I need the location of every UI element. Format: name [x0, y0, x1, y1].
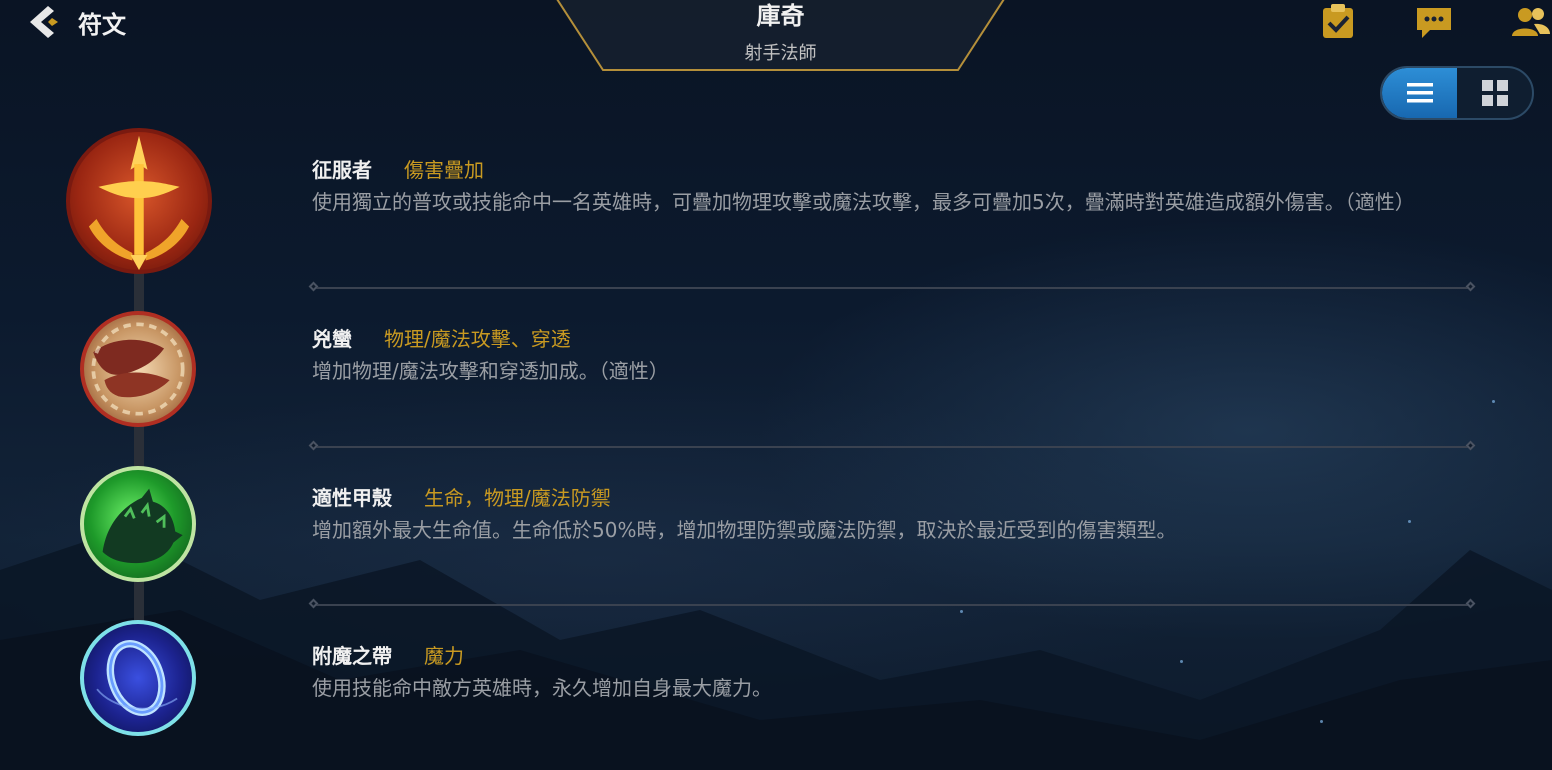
clipboard-check-icon: [1323, 4, 1353, 38]
friends-button[interactable]: [1510, 2, 1550, 42]
tasks-button[interactable]: [1318, 2, 1358, 42]
chevron-left-icon: [30, 6, 58, 38]
rune-entry: 兇蠻 物理/魔法攻擊、穿透 增加物理/魔法攻擊和穿透加成。（適性）: [312, 323, 1472, 389]
adaptive-carapace-rune-icon[interactable]: [80, 466, 196, 582]
rune-description: 增加物理/魔法攻擊和穿透加成。（適性）: [312, 359, 669, 383]
page-title: 符文: [78, 10, 126, 39]
divider: [312, 446, 1472, 448]
rune-name: 兇蠻: [312, 327, 352, 351]
champion-title-plate: 庫奇 射手法師: [553, 0, 1008, 72]
rune-name: 附魔之帶: [312, 644, 392, 668]
rune-description: 使用獨立的普攻或技能命中一名英雄時，可疊加物理攻擊或魔法攻擊，最多可疊加5次，疊…: [312, 190, 1415, 214]
champion-role: 射手法師: [744, 43, 817, 64]
rune-entry: 附魔之帶 魔力 使用技能命中敵方英雄時，永久增加自身最大魔力。: [312, 640, 1472, 706]
rune-entry: 適性甲殼 生命，物理/魔法防禦 增加額外最大生命值。生命低於50%時，增加物理防…: [312, 482, 1472, 548]
list-view-button[interactable]: [1382, 68, 1457, 118]
brutal-rune-icon[interactable]: [80, 311, 196, 427]
rune-tag: 生命，物理/魔法防禦: [424, 486, 611, 510]
rune-name: 征服者: [312, 158, 372, 182]
view-toggle: [1380, 66, 1534, 120]
chat-bubble-icon: [1417, 8, 1451, 38]
divider: [312, 604, 1472, 606]
rune-entry: 征服者 傷害疊加 使用獨立的普攻或技能命中一名英雄時，可疊加物理攻擊或魔法攻擊，…: [312, 154, 1472, 220]
chat-button[interactable]: [1414, 2, 1454, 42]
rune-description: 增加額外最大生命值。生命低於50%時，增加物理防禦或魔法防禦，取決於最近受到的傷…: [312, 518, 1177, 542]
rune-tag: 物理/魔法攻擊、穿透: [384, 327, 571, 351]
list-view-icon: [1406, 83, 1433, 103]
enchanted-band-rune-icon[interactable]: [80, 620, 196, 736]
grid-view-icon: [1481, 80, 1508, 106]
rune-tag: 魔力: [424, 644, 464, 668]
rune-tag: 傷害疊加: [404, 158, 484, 182]
friends-icon: [1512, 8, 1550, 36]
star: [1320, 720, 1323, 723]
conqueror-rune-icon[interactable]: [66, 128, 212, 274]
divider: [312, 287, 1472, 289]
champion-name: 庫奇: [756, 2, 805, 30]
rune-name: 適性甲殼: [312, 486, 392, 510]
star: [960, 610, 963, 613]
rune-description: 使用技能命中敵方英雄時，永久增加自身最大魔力。: [312, 676, 772, 700]
grid-view-button[interactable]: [1457, 68, 1532, 118]
star: [1492, 400, 1495, 403]
back-button[interactable]: 符文: [22, 2, 126, 42]
